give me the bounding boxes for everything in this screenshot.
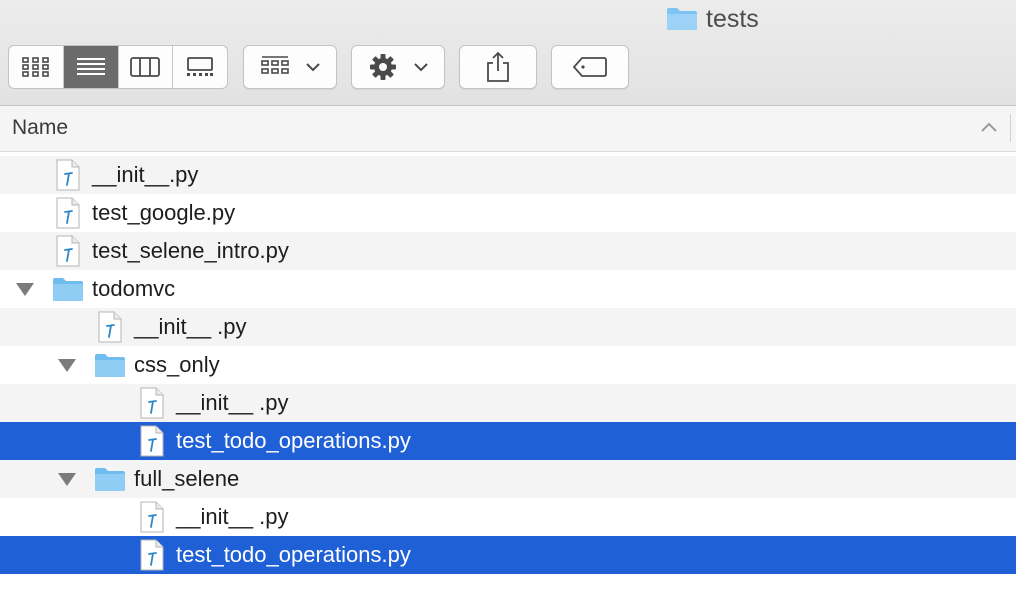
folder-icon <box>53 278 83 301</box>
chevron-up-icon[interactable] <box>980 121 998 133</box>
tag-icon <box>572 57 607 77</box>
name-column-header[interactable]: Name <box>12 116 68 140</box>
file-name-label: css_only <box>134 352 220 377</box>
chevron-down-icon <box>414 63 428 72</box>
file-row[interactable]: __init__ .py <box>0 384 1016 422</box>
file-name-label: __init__ .py <box>176 504 289 529</box>
file-name-label: __init__ .py <box>176 390 289 415</box>
file-name-label: test_selene_intro.py <box>92 238 289 263</box>
file-name-label: full_selene <box>134 466 240 491</box>
folder-icon <box>95 468 125 491</box>
file-row[interactable]: test_todo_operations.py <box>0 536 1016 574</box>
file-name-label: test_todo_operations.py <box>176 428 411 453</box>
disclosure-triangle-expanded-icon[interactable] <box>57 471 77 487</box>
gear-icon <box>370 54 396 80</box>
folder-icon <box>95 354 125 377</box>
file-row[interactable]: test_selene_intro.py <box>0 232 1016 270</box>
file-row[interactable]: __init__.py <box>0 156 1016 194</box>
python-file-icon <box>56 235 80 267</box>
python-file-icon <box>140 501 164 533</box>
python-file-icon <box>140 387 164 419</box>
folder-icon <box>667 8 697 30</box>
chevron-down-icon <box>306 63 320 72</box>
gallery-icon <box>187 57 214 76</box>
action-button[interactable] <box>351 45 445 89</box>
group-grid-icon <box>261 56 289 74</box>
column-view-button[interactable] <box>119 46 174 88</box>
file-list: __init__.py test_google.py test_selene_int… <box>0 156 1016 574</box>
share-icon <box>487 51 509 82</box>
column-divider[interactable] <box>1010 114 1011 142</box>
python-file-icon <box>140 425 164 457</box>
columns-icon <box>130 57 161 77</box>
icon-view-button[interactable] <box>9 46 64 88</box>
file-name-label: test_google.py <box>92 200 236 225</box>
file-row[interactable]: test_google.py <box>0 194 1016 232</box>
tag-button[interactable] <box>551 45 629 89</box>
file-name-label: test_todo_operations.py <box>176 542 411 567</box>
python-file-icon <box>56 159 80 191</box>
list-lines-icon <box>76 58 105 75</box>
python-file-icon <box>56 197 80 229</box>
list-view-button[interactable] <box>63 46 119 88</box>
file-row[interactable]: __init__ .py <box>0 498 1016 536</box>
view-mode-segmented-control <box>8 45 228 89</box>
file-name-label: __init__.py <box>92 162 199 187</box>
file-name-label: todomvc <box>92 276 176 301</box>
folder-row[interactable]: todomvc <box>0 270 1016 308</box>
folder-row[interactable]: css_only <box>0 346 1016 384</box>
folder-row[interactable]: full_selene <box>0 460 1016 498</box>
file-row[interactable]: test_todo_operations.py <box>0 422 1016 460</box>
file-name-label: __init__ .py <box>134 314 247 339</box>
group-by-button[interactable] <box>243 45 337 89</box>
toolbar: tests <box>0 0 1016 106</box>
share-button[interactable] <box>459 45 537 89</box>
window-title: tests <box>666 4 759 34</box>
disclosure-triangle-expanded-icon[interactable] <box>57 357 77 373</box>
file-row[interactable]: __init__ .py <box>0 308 1016 346</box>
window-title-text: tests <box>706 4 759 33</box>
python-file-icon <box>140 539 164 571</box>
icon-grid-icon <box>22 57 49 77</box>
python-file-icon <box>98 311 122 343</box>
gallery-view-button[interactable] <box>173 46 227 88</box>
list-header: Name <box>0 106 1016 152</box>
disclosure-triangle-expanded-icon[interactable] <box>15 281 35 297</box>
